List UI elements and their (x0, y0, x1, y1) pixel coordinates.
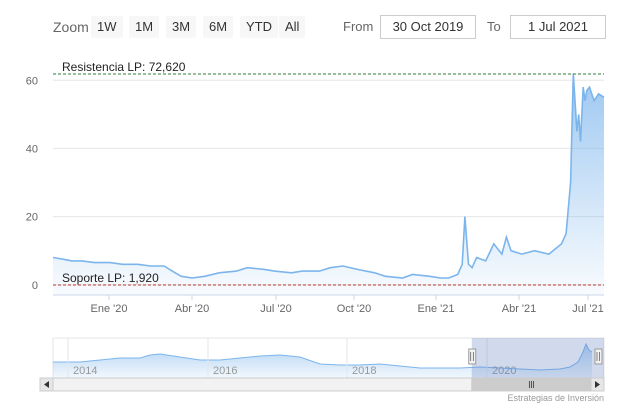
y-tick-label: 0 (32, 280, 38, 292)
x-tick-label: Abr '21 (502, 303, 537, 315)
resistance-label: Resistencia LP: 72,620 (62, 60, 186, 74)
x-tick-label: Oct '20 (337, 303, 372, 315)
navigator-x-label: 2014 (73, 365, 97, 377)
navigator-x-label: 2016 (213, 365, 237, 377)
navigator-x-label: 2018 (352, 365, 376, 377)
support-label: Soporte LP: 1,920 (62, 271, 159, 285)
navigator-handle-right[interactable] (594, 348, 603, 365)
y-tick-label: 20 (26, 212, 38, 224)
x-tick-label: Ene '20 (91, 303, 128, 315)
navigator-selection-mask (471, 338, 604, 378)
x-tick-label: Ene '21 (418, 303, 455, 315)
price-chart: 0 20 40 60 Ene '20 Abr '20 Jul '20 Oct '20 Ene … (26, 60, 605, 392)
x-tick-label: Jul '20 (260, 303, 291, 315)
series-line (52, 73, 605, 279)
stock-chart-widget: Zoom 1W 1M 3M 6M YTD All From To 0204060… (0, 0, 621, 410)
navigator[interactable]: 2014 2016 2018 2020 (39, 337, 605, 392)
navigator-handle-left[interactable] (468, 348, 477, 365)
series-area (53, 73, 604, 295)
y-tick-label: 40 (26, 143, 38, 155)
x-tick-label: Abr '20 (175, 303, 210, 315)
credits-text: Estrategias de Inversión (507, 393, 604, 403)
x-tick-label: Jul '21 (572, 303, 603, 315)
y-tick-label: 60 (26, 75, 38, 87)
